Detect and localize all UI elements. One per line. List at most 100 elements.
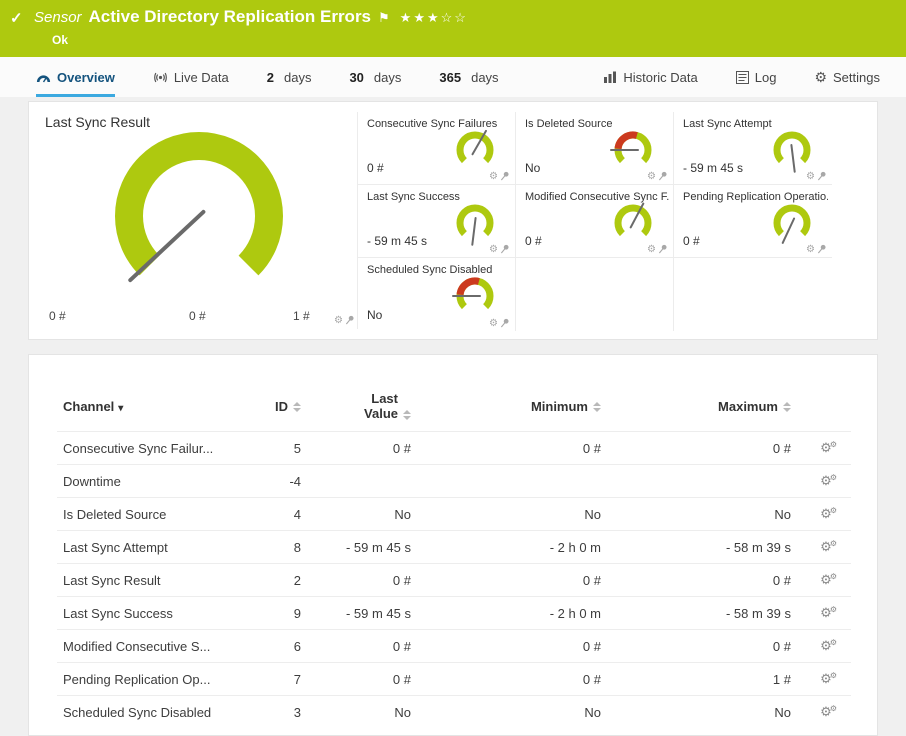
channel-name[interactable]: Last Sync Success [57,597,237,630]
tab-bar: Overview Live Data 2 days 30 days 365 da… [0,57,906,97]
channel-minimum: No [584,506,601,522]
tab-365-days[interactable]: 365 days [439,57,498,97]
channel-settings-icon[interactable]: ⚙⚙ [820,671,837,686]
channels-table: Channel ▾ ID Last Value Minimum Maximum C… [57,391,851,728]
tab-settings[interactable]: ⚙ Settings [814,57,880,97]
channel-name[interactable]: Last Sync Attempt [57,531,237,564]
channel-name[interactable]: Is Deleted Source [57,498,237,531]
channel-maximum: 0 # [772,572,791,588]
tab-30-days[interactable]: 30 days [349,57,401,97]
priority-stars[interactable]: ★★★☆☆ [400,10,468,26]
channel-name[interactable]: Pending Replication Op... [57,663,237,696]
overview-gauge-icon [36,71,51,84]
sort-icon[interactable] [403,409,411,420]
main-gauge [41,128,357,305]
channel-maximum: No [774,704,791,720]
flag-icon[interactable]: ⚑ [378,10,390,26]
pin-icon[interactable] [818,171,827,182]
tab-label: days [471,69,499,85]
channel-maximum: - 58 m 39 s [725,605,791,621]
column-header-last-value[interactable]: Last Value [307,391,417,432]
main-gauge-cell: Last Sync Result 0 # 0 # 1 # ⚙ [41,112,357,329]
settings-gear-icon: ⚙ [814,68,828,85]
column-label: Minimum [530,398,588,414]
gear-icon[interactable]: ⚙ [334,315,343,326]
channel-name[interactable]: Downtime [57,465,237,498]
pin-icon[interactable] [501,244,510,255]
channel-settings-icon[interactable]: ⚙⚙ [820,506,837,521]
table-row: Modified Consecutive S... 6 0 # 0 # 0 # … [57,629,851,663]
channel-maximum: 0 # [772,440,791,456]
channel-settings-icon[interactable]: ⚙⚙ [820,638,837,653]
gauge-value-label: 0 # [189,309,206,323]
log-list-icon [735,70,749,84]
channel-last-value: No [394,506,411,522]
gear-icon[interactable]: ⚙ [489,318,498,329]
gauge-cell: Last Sync Attempt - 59 m 45 s ⚙ [674,112,832,185]
channel-maximum [607,465,797,498]
channel-name[interactable]: Consecutive Sync Failur... [57,432,237,465]
gauge-value: No [525,161,541,175]
column-label: ID [275,398,288,414]
table-row: Pending Replication Op... 7 0 # 0 # 1 # … [57,662,851,696]
channel-settings-icon[interactable]: ⚙⚙ [820,704,837,719]
channel-name[interactable]: Scheduled Sync Disabled [57,696,237,729]
table-row: Consecutive Sync Failur... 5 0 # 0 # 0 #… [57,431,851,465]
channel-name[interactable]: Modified Consecutive S... [57,630,237,663]
pin-icon[interactable] [818,244,827,255]
caret-down-icon: ▾ [118,402,124,414]
gear-icon[interactable]: ⚙ [647,171,656,182]
tab-live-data[interactable]: Live Data [153,57,229,97]
sort-icon[interactable] [593,402,601,413]
tab-number: 2 [266,69,274,85]
channel-settings-icon[interactable]: ⚙⚙ [820,440,837,455]
channel-settings-icon[interactable]: ⚙⚙ [820,572,837,587]
table-row: Last Sync Success 9 - 59 m 45 s - 2 h 0 … [57,596,851,630]
column-label: Channel [63,398,115,414]
gear-icon[interactable]: ⚙ [806,171,815,182]
channel-settings-icon[interactable]: ⚙⚙ [820,605,837,620]
gauge-value: 0 # [525,234,542,248]
column-header-maximum[interactable]: Maximum [607,391,797,432]
channel-id: 3 [293,704,301,720]
channel-last-value: - 59 m 45 s [345,539,411,555]
sort-icon[interactable] [293,402,301,413]
table-row: Is Deleted Source 4 No No No ⚙⚙ [57,497,851,531]
column-header-channel[interactable]: Channel ▾ [57,391,237,432]
gear-icon[interactable]: ⚙ [806,244,815,255]
channel-minimum: - 2 h 0 m [549,605,601,621]
column-label: Last Value [364,391,398,421]
channel-settings-icon[interactable]: ⚙⚙ [820,473,837,488]
channel-settings-icon[interactable]: ⚙⚙ [820,539,837,554]
column-header-actions [797,391,851,432]
tab-2-days[interactable]: 2 days [267,57,312,97]
table-row: Last Sync Attempt 8 - 59 m 45 s - 2 h 0 … [57,530,851,564]
channel-minimum: 0 # [582,671,601,687]
tab-log[interactable]: Log [735,57,777,97]
tab-label: Log [754,69,777,85]
tab-historic-data[interactable]: Historic Data [603,57,698,97]
pin-icon[interactable] [659,244,668,255]
table-row: Scheduled Sync Disabled 3 No No No ⚙⚙ [57,695,851,729]
pin-icon[interactable] [346,315,355,326]
column-header-id[interactable]: ID [237,391,307,432]
sensor-header: ✓ Sensor Active Directory Replication Er… [0,0,906,57]
pin-icon[interactable] [501,171,510,182]
small-gauges-grid: Consecutive Sync Failures 0 # ⚙ Is Delet… [357,112,832,331]
channel-last-value: No [394,704,411,720]
channel-minimum: - 2 h 0 m [549,539,601,555]
tab-label: days [373,69,402,85]
gear-icon[interactable]: ⚙ [647,244,656,255]
pin-icon[interactable] [501,318,510,329]
pin-icon[interactable] [659,171,668,182]
gear-icon[interactable]: ⚙ [489,171,498,182]
column-header-minimum[interactable]: Minimum [417,391,607,432]
tab-overview[interactable]: Overview [36,57,115,97]
gear-icon[interactable]: ⚙ [489,244,498,255]
channel-id: 7 [293,671,301,687]
tab-number: 30 [349,69,364,85]
channel-name[interactable]: Last Sync Result [57,564,237,597]
table-header-row: Channel ▾ ID Last Value Minimum Maximum [57,391,851,432]
sort-icon[interactable] [783,402,791,413]
gauges-panel: Last Sync Result 0 # 0 # 1 # ⚙ Consecuti… [28,101,878,340]
